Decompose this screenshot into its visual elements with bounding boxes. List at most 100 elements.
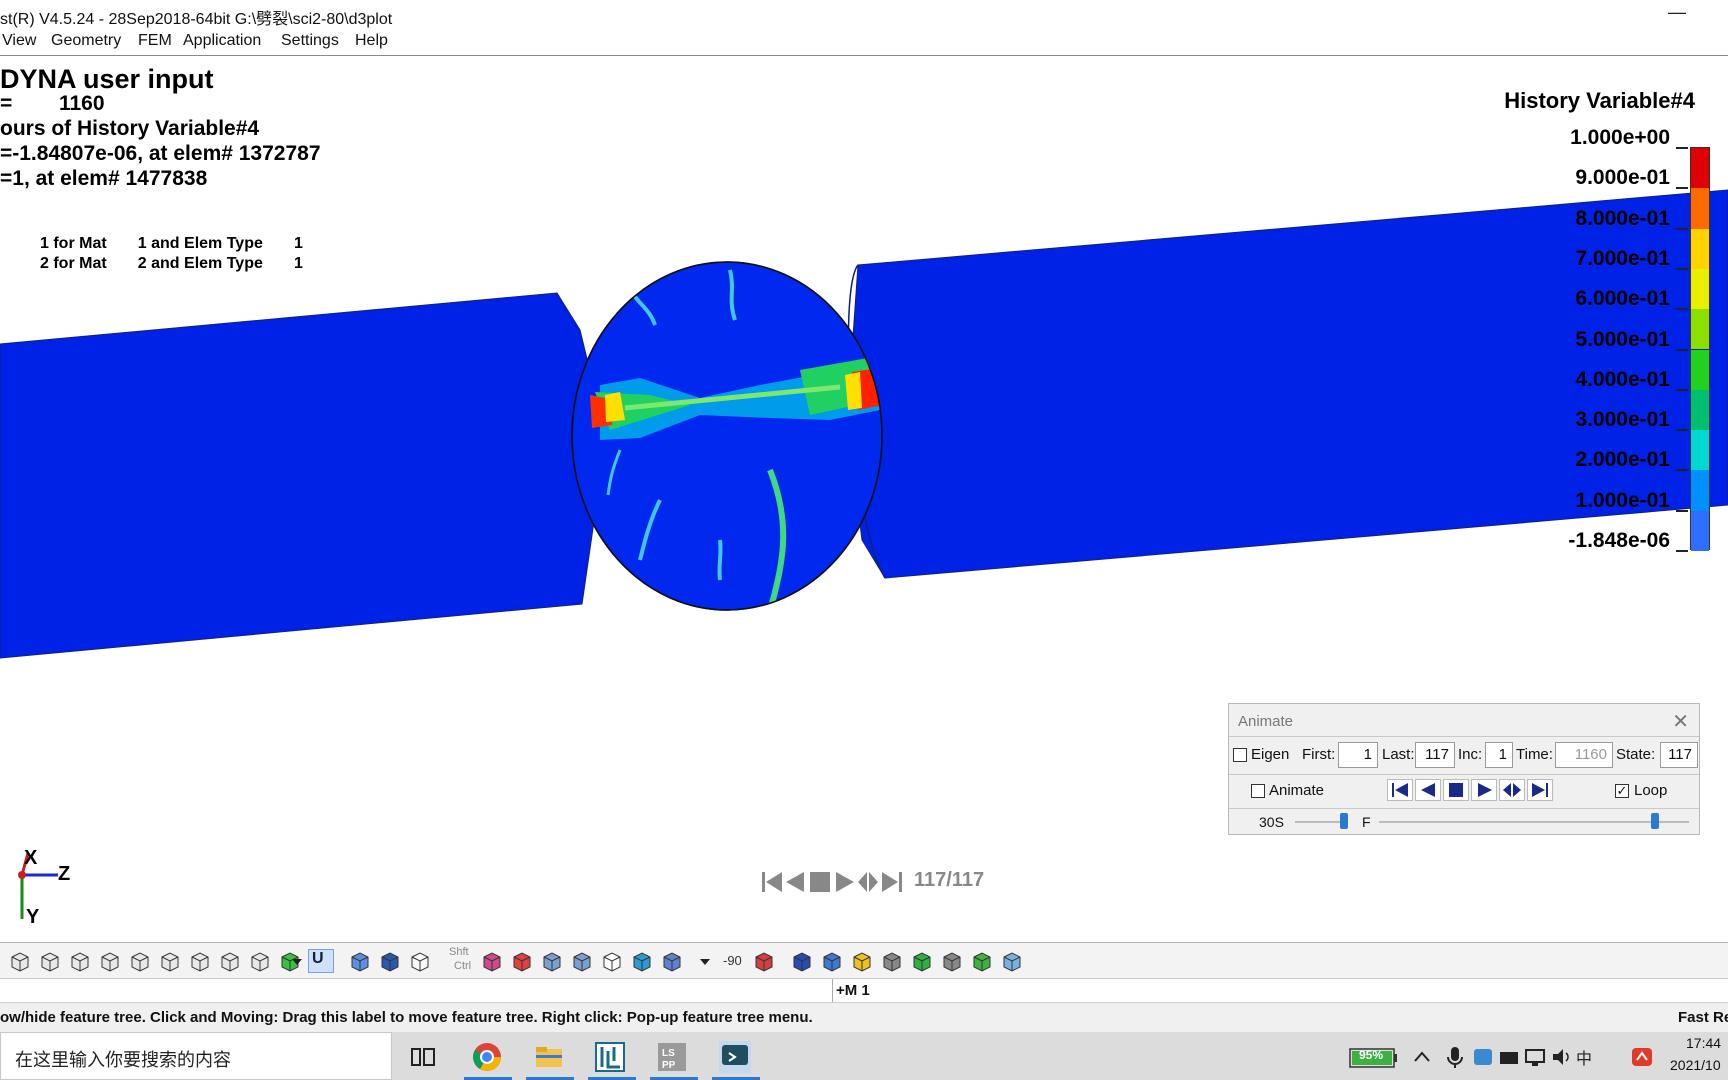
battery-percent: 95%	[1359, 1048, 1384, 1062]
file-explorer-icon[interactable]	[533, 1041, 565, 1073]
ime-indicator[interactable]: 中	[1576, 1045, 1592, 1069]
pencil-icon[interactable]	[480, 949, 504, 973]
gear-icon[interactable]	[940, 949, 964, 973]
globe-icon[interactable]	[630, 949, 654, 973]
material-line-2: 2 for Mat 2 and Elem Type 1	[40, 255, 303, 272]
legend-tick	[1676, 147, 1688, 149]
mesh-cube-icon[interactable]	[188, 949, 212, 973]
home-icon[interactable]	[820, 949, 844, 973]
mesh-cube-icon[interactable]	[68, 949, 92, 973]
rotate-minus-90-button[interactable]: -90	[723, 953, 742, 968]
checker-icon[interactable]	[880, 949, 904, 973]
lsdyna-prepost-icon[interactable]	[594, 1041, 626, 1073]
app-active-icon[interactable]	[719, 1041, 751, 1073]
mesh-cube-icon[interactable]	[218, 949, 242, 973]
shift-key-label: Shft	[449, 946, 469, 958]
u-mode-button[interactable]: U	[308, 949, 334, 973]
rotate-icon[interactable]	[600, 949, 624, 973]
chevron-up-icon[interactable]	[1411, 1041, 1433, 1073]
time-field: 1160	[1555, 742, 1613, 768]
legend-label: 9.000e-01	[1575, 166, 1670, 190]
last-field[interactable]: 117	[1415, 742, 1455, 768]
menu-application[interactable]: Application	[183, 32, 261, 50]
close-icon[interactable]: ✕	[1672, 709, 1689, 734]
loop-checkbox[interactable]: ✓	[1615, 784, 1629, 798]
pick-plus-icon[interactable]	[510, 949, 534, 973]
frame-slider-handle[interactable]	[1651, 813, 1659, 829]
speed-slider-handle[interactable]	[1340, 813, 1348, 829]
cube-view-icon[interactable]	[8, 949, 32, 973]
bounce-button[interactable]	[1499, 779, 1525, 801]
play-button[interactable]	[1471, 779, 1497, 801]
command-text: +M 1	[836, 982, 870, 999]
model-viewport[interactable]: DYNA user input = 1160 ours of History V…	[0, 57, 1728, 942]
legend-color-band	[1691, 389, 1709, 431]
view-cube-icon[interactable]	[790, 949, 814, 973]
inc-field[interactable]: 1	[1485, 742, 1513, 768]
taskbar-search-box[interactable]: 在这里输入你要搜索的内容	[0, 1032, 392, 1080]
chrome-icon[interactable]	[471, 1041, 503, 1073]
legend-tick	[1676, 267, 1688, 270]
clock-time[interactable]: 17:44	[1686, 1035, 1721, 1051]
animate-checkbox[interactable]	[1251, 784, 1265, 798]
flash-icon[interactable]	[850, 949, 874, 973]
legend-color-band	[1691, 510, 1709, 551]
inc-label: Inc:	[1458, 746, 1483, 763]
state-field[interactable]: 117	[1660, 742, 1698, 768]
folder-tray-icon[interactable]	[1498, 1041, 1520, 1073]
menu-help[interactable]: Help	[355, 32, 388, 50]
mesh-cube-icon[interactable]	[248, 949, 272, 973]
lspp-icon[interactable]: LS PP	[656, 1041, 688, 1073]
microphone-icon[interactable]	[1444, 1041, 1466, 1073]
minimize-button[interactable]: —	[1668, 2, 1686, 23]
solid-cube-icon[interactable]	[348, 949, 372, 973]
legend-tick	[1676, 187, 1688, 190]
green-ball-icon[interactable]	[910, 949, 934, 973]
contour-legend-bar	[1690, 147, 1710, 551]
menu-geometry[interactable]: Geometry	[51, 32, 121, 50]
wire-frame-icon[interactable]	[408, 949, 432, 973]
window-title: st(R) V4.5.24 - 28Sep2018-64bit G:\劈裂\sc…	[0, 11, 393, 28]
menu-settings[interactable]: Settings	[281, 32, 339, 50]
wps-icon[interactable]	[1630, 1041, 1654, 1073]
wire-cube-icon[interactable]	[128, 949, 152, 973]
axis-triad	[18, 852, 58, 919]
stop-button[interactable]	[1443, 779, 1469, 801]
hint-right-text: Fast Re	[1678, 1009, 1728, 1026]
legend-label: 5.000e-01	[1575, 327, 1670, 351]
legend-label: 1.000e-01	[1575, 488, 1670, 512]
legend-tick	[1676, 227, 1688, 230]
shaded-cube-icon[interactable]	[378, 949, 402, 973]
zoom-box-icon[interactable]	[540, 949, 564, 973]
legend-label: 8.000e-01	[1575, 206, 1670, 230]
legend-tick	[1676, 348, 1688, 351]
legend-tick	[1676, 469, 1688, 472]
menu-view[interactable]: View	[2, 32, 36, 50]
wire-cube-icon[interactable]	[98, 949, 122, 973]
eigen-checkbox[interactable]	[1233, 748, 1247, 762]
display-icon[interactable]	[1524, 1041, 1546, 1073]
title-bar: st(R) V4.5.24 - 28Sep2018-64bit G:\劈裂\sc…	[0, 0, 1728, 28]
dots-cube-icon[interactable]	[158, 949, 182, 973]
volume-icon[interactable]	[1550, 1041, 1572, 1073]
dropdown-arrow-icon[interactable]	[698, 949, 722, 973]
bluetooth-app-icon[interactable]	[1472, 1041, 1494, 1073]
polyhedron-icon[interactable]	[660, 949, 684, 973]
menu-fem[interactable]: FEM	[138, 32, 172, 50]
zoom-icon[interactable]	[570, 949, 594, 973]
axis-icon[interactable]	[752, 949, 776, 973]
legend-label: 2.000e-01	[1575, 448, 1670, 472]
mesh-cube-icon[interactable]	[38, 949, 62, 973]
speed-mark: F	[1362, 814, 1371, 830]
chart-window-icon[interactable]	[1000, 949, 1024, 973]
task-view-icon[interactable]	[408, 1041, 440, 1073]
settings-green-icon[interactable]	[970, 949, 994, 973]
last-frame-button[interactable]	[1527, 779, 1553, 801]
step-back-button[interactable]	[1415, 779, 1441, 801]
animate-dialog-title: Animate	[1238, 713, 1294, 730]
clock-date[interactable]: 2021/10	[1670, 1057, 1721, 1073]
command-row[interactable]: +M 1	[0, 978, 1728, 1003]
first-field[interactable]: 1	[1338, 742, 1378, 768]
first-frame-button[interactable]	[1387, 779, 1413, 801]
frame-slider-track[interactable]	[1379, 821, 1689, 823]
